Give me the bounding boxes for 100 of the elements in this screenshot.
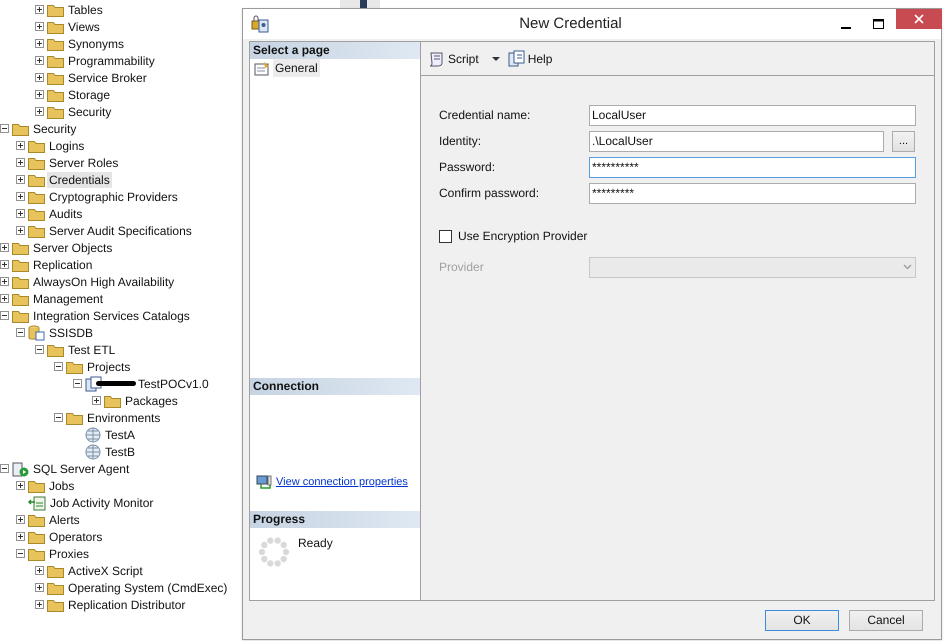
field-label: Provider <box>439 259 485 276</box>
tree-item[interactable]: Server Audit Specifications <box>47 222 194 238</box>
text-field[interactable]: ********** <box>589 156 916 178</box>
folder-icon <box>28 478 45 492</box>
expand-icon[interactable] <box>35 107 44 116</box>
tree-item[interactable]: ActiveX Script <box>66 562 145 578</box>
collapse-icon[interactable] <box>0 311 9 320</box>
expand-icon[interactable] <box>0 277 9 286</box>
folder-icon <box>28 224 45 238</box>
tree-item[interactable]: Replication Distributor <box>66 596 188 612</box>
tree-item[interactable]: Server Objects <box>31 240 114 256</box>
tree-item[interactable]: Server Roles <box>47 154 120 170</box>
maximize-icon <box>873 19 884 29</box>
tree-item[interactable]: Packages <box>123 392 180 408</box>
tree-item[interactable]: TestA <box>103 426 138 442</box>
help-button[interactable]: Help <box>506 48 554 70</box>
expand-icon[interactable] <box>16 158 25 167</box>
expand-icon[interactable] <box>35 56 44 65</box>
folder-icon <box>66 360 83 374</box>
tree-item[interactable]: Operating System (CmdExec) <box>66 580 230 596</box>
folder-icon <box>47 598 64 612</box>
expand-icon[interactable] <box>35 90 44 99</box>
expand-icon[interactable] <box>16 175 25 184</box>
checkbox[interactable] <box>439 230 452 242</box>
expand-icon[interactable] <box>0 260 9 269</box>
collapse-icon[interactable] <box>35 345 44 354</box>
expand-icon[interactable] <box>16 192 25 201</box>
tree-item[interactable]: Logins <box>47 138 86 154</box>
collapse-icon[interactable] <box>16 328 25 337</box>
expand-icon[interactable] <box>16 515 25 524</box>
cancel-button[interactable]: Cancel <box>849 610 923 630</box>
tree-item[interactable]: Tables <box>66 2 105 18</box>
collapse-icon[interactable] <box>0 124 9 133</box>
tree-item[interactable]: Replication <box>31 256 94 272</box>
expand-icon[interactable] <box>35 39 44 48</box>
globe-icon <box>85 444 101 460</box>
tree-item[interactable]: Credentials <box>47 172 112 188</box>
expand-icon[interactable] <box>35 583 44 592</box>
tree-item[interactable]: Proxies <box>47 546 92 562</box>
expand-icon[interactable] <box>16 209 25 218</box>
tree-item[interactable]: Test ETL <box>66 342 118 358</box>
tree-item[interactable]: TestPOCv1.0 <box>136 376 211 392</box>
expand-icon[interactable] <box>16 532 25 541</box>
folder-icon <box>66 410 83 424</box>
tree-item[interactable]: Environments <box>85 410 162 426</box>
page-item[interactable]: General <box>273 59 320 77</box>
tree-item[interactable]: Security <box>31 120 78 136</box>
script-button[interactable]: Script <box>427 48 503 70</box>
tree-item[interactable]: Audits <box>47 206 84 222</box>
collapse-icon[interactable] <box>0 464 9 473</box>
folder-icon <box>28 546 45 560</box>
tree-item[interactable]: Synonyms <box>66 36 126 52</box>
tree-item[interactable]: Jobs <box>47 478 76 494</box>
text-field[interactable]: ********* <box>589 182 916 204</box>
text-field[interactable]: LocalUser <box>589 104 916 126</box>
tree-item[interactable]: Projects <box>85 358 132 374</box>
expand-icon[interactable] <box>35 73 44 82</box>
tree-item[interactable]: TestB <box>103 444 138 460</box>
expand-icon[interactable] <box>92 396 101 405</box>
tree-item[interactable]: Security <box>66 104 114 120</box>
collapse-icon[interactable] <box>16 549 25 558</box>
collapse-icon[interactable] <box>73 379 82 388</box>
caret-icon[interactable] <box>490 54 502 62</box>
folder-icon <box>47 36 64 50</box>
expand-icon[interactable] <box>35 600 44 609</box>
close-button[interactable] <box>896 9 942 29</box>
collapse-icon[interactable] <box>54 362 63 371</box>
expand-icon[interactable] <box>0 294 9 303</box>
ok-button[interactable]: OK <box>765 610 839 630</box>
tree-item[interactable]: Alerts <box>47 512 82 528</box>
tree-item[interactable]: SQL Server Agent <box>31 460 132 476</box>
expand-icon[interactable] <box>35 22 44 31</box>
tree-item[interactable]: Programmability <box>66 52 157 68</box>
tree-item[interactable]: Management <box>31 290 106 306</box>
tree-item[interactable]: Views <box>66 18 102 34</box>
collapse-icon[interactable] <box>54 413 63 422</box>
expand-icon[interactable] <box>16 141 25 150</box>
browse-button[interactable]: ... <box>892 130 915 152</box>
tree-item[interactable]: AlwaysOn High Availability <box>31 274 176 290</box>
folder-icon <box>28 172 45 186</box>
folder-icon <box>47 564 64 578</box>
tree-item[interactable]: Operators <box>47 528 104 544</box>
tree-item[interactable]: Job Activity Monitor <box>48 494 156 510</box>
expand-icon[interactable] <box>16 226 25 235</box>
view-connection-properties-link[interactable]: View connection properties <box>276 474 408 490</box>
tree-item[interactable]: Service Broker <box>66 70 149 86</box>
expand-icon[interactable] <box>16 481 25 490</box>
tree-item[interactable]: Storage <box>66 86 112 102</box>
tree-item[interactable]: Cryptographic Providers <box>47 188 180 204</box>
expand-icon[interactable] <box>0 243 9 252</box>
page-icon <box>254 60 271 76</box>
expand-icon[interactable] <box>35 5 44 14</box>
text-field[interactable]: .\LocalUser <box>589 130 884 152</box>
folder-icon <box>47 88 64 102</box>
checkbox-label: Use Encryption Provider <box>458 228 588 245</box>
monitor-icon <box>28 494 46 510</box>
tree-item[interactable]: SSISDB <box>47 324 96 340</box>
expand-icon[interactable] <box>35 566 44 575</box>
folder-icon <box>28 138 45 152</box>
tree-item[interactable]: Integration Services Catalogs <box>31 308 192 324</box>
